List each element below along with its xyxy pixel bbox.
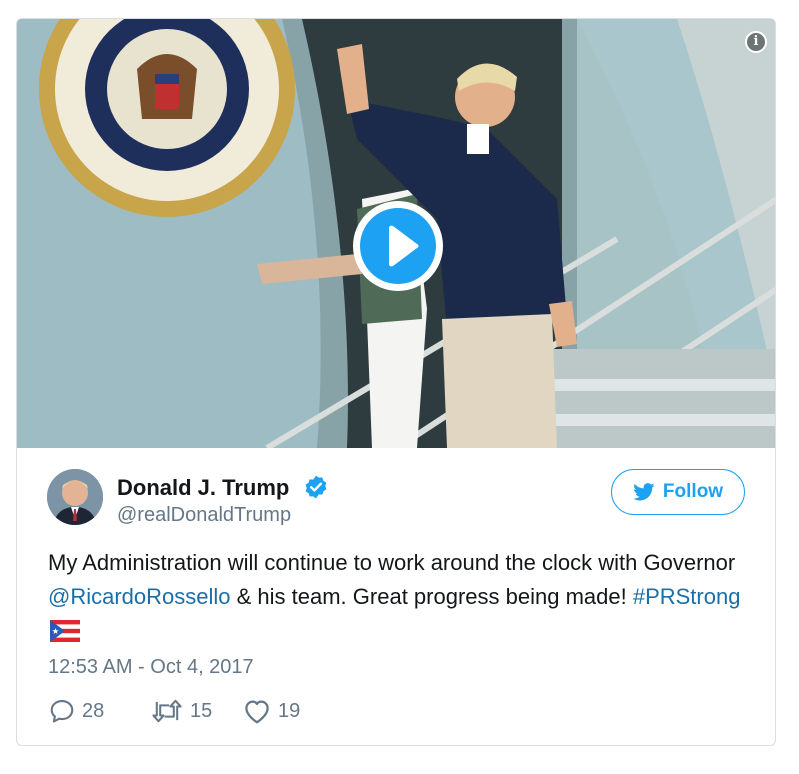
- tweet-timestamp[interactable]: 12:53 AM - Oct 4, 2017: [48, 656, 254, 679]
- play-icon: [389, 225, 419, 267]
- puerto-rico-flag-icon: [50, 620, 80, 642]
- like-button[interactable]: 19: [242, 697, 300, 725]
- avatar[interactable]: [47, 469, 103, 525]
- user-name[interactable]: Donald J. Trump: [117, 475, 289, 501]
- reply-button[interactable]: 28: [48, 697, 104, 725]
- like-count: 19: [278, 699, 301, 722]
- reply-count: 28: [82, 699, 105, 722]
- mention-link[interactable]: @RicardoRossello: [48, 584, 231, 609]
- twitter-bird-icon: [633, 483, 655, 501]
- hashtag-link[interactable]: #PRStrong: [633, 584, 741, 609]
- reply-icon: [50, 700, 74, 723]
- play-button[interactable]: [353, 201, 443, 291]
- user-handle[interactable]: @realDonaldTrump: [117, 504, 291, 527]
- heart-icon: [245, 700, 269, 724]
- avatar-image: [47, 469, 103, 525]
- retweet-button[interactable]: 15: [150, 697, 212, 725]
- follow-button[interactable]: Follow: [611, 469, 745, 515]
- info-icon[interactable]: i: [745, 31, 767, 53]
- tweet-text-part2: & his team. Great progress being made!: [230, 584, 633, 609]
- tweet-header: Donald J. Trump @realDonaldTrump Follow: [17, 448, 775, 548]
- follow-label: Follow: [662, 481, 724, 502]
- tweet-card[interactable]: i Donald J. Trump @realDonaldTrump Follo…: [16, 18, 776, 746]
- tweet-text-part1: My Administration will continue to work …: [48, 550, 736, 575]
- video-player[interactable]: i: [17, 19, 775, 448]
- retweet-icon: [152, 699, 182, 723]
- tweet-text: My Administration will continue to work …: [48, 546, 748, 648]
- verified-badge-icon: [305, 475, 327, 499]
- retweet-count: 15: [190, 699, 213, 722]
